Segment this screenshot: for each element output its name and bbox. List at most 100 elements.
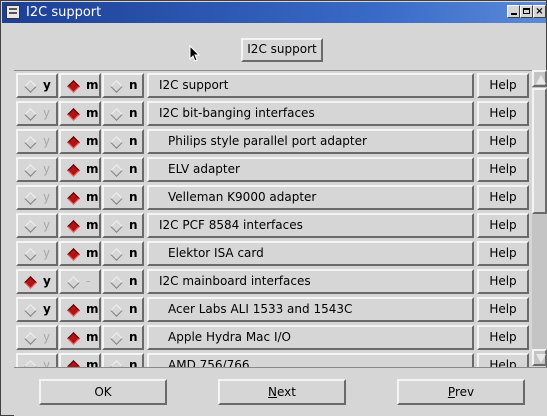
radio-m[interactable]: m — [59, 185, 101, 210]
option-label: Acer Labs ALI 1533 and 1543C — [168, 302, 353, 316]
minimize-button[interactable] — [507, 5, 520, 18]
radio-m[interactable]: m — [59, 325, 101, 350]
option-label-box: I2C support — [147, 73, 474, 98]
option-label: I2C PCF 8584 interfaces — [159, 218, 303, 232]
option-label-box: I2C bit-banging interfaces — [147, 101, 474, 126]
radio-y[interactable]: y — [16, 129, 58, 154]
help-button[interactable]: Help — [477, 241, 529, 266]
radio-y[interactable]: y — [16, 157, 58, 182]
help-button[interactable]: Help — [477, 353, 529, 367]
scroll-up-button[interactable] — [532, 70, 547, 87]
radio-diamond-icon — [110, 108, 123, 121]
radio-n[interactable]: n — [102, 129, 144, 154]
mouse-pointer-icon — [189, 45, 201, 62]
radio-diamond-icon — [24, 80, 37, 93]
radio-m[interactable]: m — [59, 129, 101, 154]
help-button[interactable]: Help — [477, 129, 529, 154]
radio-n-label: n — [129, 162, 138, 176]
help-button[interactable]: Help — [477, 157, 529, 182]
ok-button[interactable]: OK — [39, 379, 167, 405]
radio-y[interactable]: y — [16, 353, 58, 367]
radio-y-label: y — [43, 190, 51, 204]
radio-y-label: y — [43, 78, 51, 92]
radio-n[interactable]: n — [102, 185, 144, 210]
radio-y[interactable]: y — [16, 73, 58, 98]
radio-n-label: n — [129, 274, 138, 288]
radio-y[interactable]: y — [16, 241, 58, 266]
help-button[interactable]: Help — [477, 297, 529, 322]
radio-n[interactable]: n — [102, 297, 144, 322]
radio-m[interactable]: m — [59, 353, 101, 367]
option-label-box: Acer Labs ALI 1533 and 1543C — [147, 297, 474, 322]
prev-button[interactable]: Prev — [397, 379, 525, 405]
radio-m[interactable]: - — [59, 269, 101, 294]
radio-m[interactable]: m — [59, 101, 101, 126]
option-label: I2C bit-banging interfaces — [159, 106, 315, 120]
help-button[interactable]: Help — [477, 213, 529, 238]
scroll-thumb[interactable] — [532, 88, 547, 214]
radio-diamond-icon — [67, 248, 80, 261]
radio-n[interactable]: n — [102, 325, 144, 350]
section-header-button[interactable]: I2C support — [241, 38, 323, 62]
help-label: Help — [489, 162, 517, 176]
radio-n[interactable]: n — [102, 269, 144, 294]
radio-n[interactable]: n — [102, 241, 144, 266]
help-label: Help — [489, 330, 517, 344]
option-label-box: Elektor ISA card — [147, 241, 474, 266]
radio-diamond-icon — [67, 360, 80, 367]
next-button[interactable]: Next — [218, 379, 346, 405]
option-label: AMD 756/766 — [168, 358, 250, 367]
radio-diamond-icon — [67, 192, 80, 205]
radio-n[interactable]: n — [102, 213, 144, 238]
radio-m[interactable]: m — [59, 241, 101, 266]
scroll-down-button[interactable] — [532, 349, 547, 366]
radio-diamond-icon — [110, 80, 123, 93]
help-button[interactable]: Help — [477, 73, 529, 98]
window-menu-icon[interactable] — [6, 5, 20, 19]
radio-m[interactable]: m — [59, 297, 101, 322]
radio-diamond-icon — [24, 248, 37, 261]
radio-y[interactable]: y — [16, 101, 58, 126]
radio-n-label: n — [129, 190, 138, 204]
maximize-button[interactable] — [520, 5, 533, 18]
help-label: Help — [489, 106, 517, 120]
radio-y[interactable]: y — [16, 297, 58, 322]
radio-diamond-icon — [24, 304, 37, 317]
config-option-list: y m n I2C support Help y m n I2C bit-banging int… — [14, 70, 532, 367]
radio-diamond-icon — [67, 304, 80, 317]
help-button[interactable]: Help — [477, 269, 529, 294]
radio-n[interactable]: n — [102, 101, 144, 126]
radio-n-label: n — [129, 218, 138, 232]
option-label-box: AMD 756/766 — [147, 353, 474, 367]
radio-y-label: y — [43, 246, 51, 260]
radio-diamond-icon — [24, 332, 37, 345]
minimize-icon — [510, 13, 517, 15]
title-bar[interactable]: I2C support × — [2, 2, 546, 23]
option-label-box: Velleman K9000 adapter — [147, 185, 474, 210]
radio-n[interactable]: n — [102, 353, 144, 367]
option-label: ELV adapter — [168, 162, 240, 176]
radio-diamond-icon — [110, 136, 123, 149]
radio-n[interactable]: n — [102, 157, 144, 182]
radio-m[interactable]: m — [59, 213, 101, 238]
radio-y[interactable]: y — [16, 185, 58, 210]
help-button[interactable]: Help — [477, 325, 529, 350]
radio-n-label: n — [129, 330, 138, 344]
radio-diamond-icon — [110, 164, 123, 177]
help-label: Help — [489, 358, 517, 367]
radio-y[interactable]: y — [16, 325, 58, 350]
radio-n-label: n — [129, 134, 138, 148]
radio-n[interactable]: n — [102, 73, 144, 98]
radio-m-label: m — [86, 358, 99, 367]
radio-y[interactable]: y — [16, 213, 58, 238]
radio-y[interactable]: y — [16, 269, 58, 294]
radio-m[interactable]: m — [59, 73, 101, 98]
button-bar: OK Next Prev — [14, 367, 547, 416]
close-button[interactable]: × — [533, 5, 546, 18]
radio-m-label: - — [86, 274, 91, 288]
option-label-box: Apple Hydra Mac I/O — [147, 325, 474, 350]
vertical-scrollbar[interactable] — [532, 70, 547, 366]
help-button[interactable]: Help — [477, 101, 529, 126]
radio-m[interactable]: m — [59, 157, 101, 182]
help-button[interactable]: Help — [477, 185, 529, 210]
